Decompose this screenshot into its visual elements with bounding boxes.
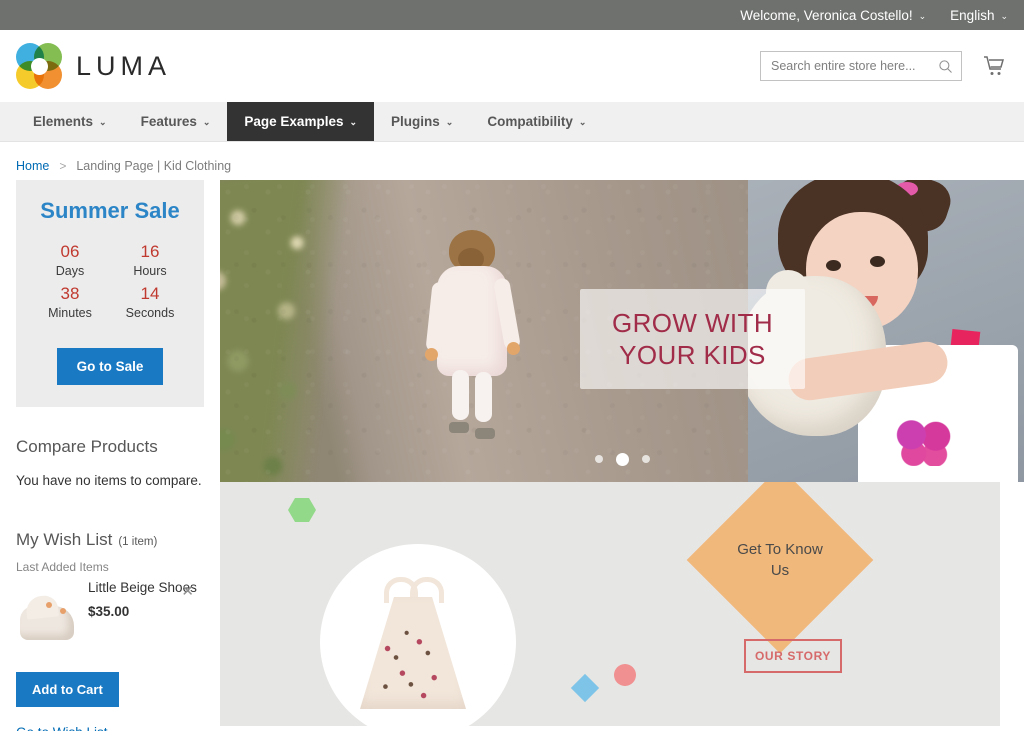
wishlist-header: My Wish List (1 item) <box>16 530 204 550</box>
main-navigation: Elements ⌄ Features ⌄ Page Examples ⌄ Pl… <box>0 102 1024 142</box>
summer-sale-widget: Summer Sale 06 Days 16 Hours 38 Minutes … <box>16 180 204 407</box>
carousel-dot-2[interactable] <box>615 453 629 466</box>
welcome-message: Welcome, Veronica Costello! <box>740 7 913 23</box>
our-story-button[interactable]: OUR STORY <box>744 639 842 673</box>
compare-products-title: Compare Products <box>16 437 158 456</box>
know-line-2: Us <box>770 562 790 579</box>
breadcrumb-current: Landing Page | Kid Clothing <box>76 159 232 173</box>
countdown-days-value: 06 <box>60 242 80 261</box>
nav-label: Compatibility <box>487 114 573 129</box>
wishlist-item-thumbnail[interactable] <box>16 590 78 652</box>
chevron-down-icon: ⌄ <box>918 10 927 21</box>
logo[interactable]: LUMA <box>16 43 171 89</box>
header-actions <box>760 51 1008 81</box>
chevron-down-icon: ⌄ <box>1000 10 1008 21</box>
countdown-minutes-label: Minutes <box>48 306 92 320</box>
go-to-sale-button[interactable]: Go to Sale <box>56 348 164 385</box>
promo-section: Get To Know Us OUR STORY <box>220 482 1024 726</box>
nav-label: Features <box>140 114 197 129</box>
welcome-account-menu[interactable]: Welcome, Veronica Costello! ⌄ <box>740 8 926 23</box>
countdown-seconds-value: 14 <box>140 284 160 303</box>
wishlist-item: Little Beige Shoes $35.00 ✕ <box>16 578 204 652</box>
remove-item-icon[interactable]: ✕ <box>181 584 194 599</box>
green-hexagon-decoration-icon <box>288 498 316 522</box>
sidebar: Summer Sale 06 Days 16 Hours 38 Minutes … <box>0 180 220 731</box>
hero-caption-line2: YOUR KIDS <box>619 340 766 370</box>
search-icon[interactable] <box>938 59 953 74</box>
get-to-know-us-text: Get To Know Us <box>720 539 840 581</box>
chevron-down-icon: ⌄ <box>445 117 454 127</box>
page-body: Summer Sale 06 Days 16 Hours 38 Minutes … <box>0 180 1024 731</box>
luma-logo-icon <box>16 43 62 89</box>
carousel-dot-1[interactable] <box>594 455 603 463</box>
compare-products-block: Compare Products You have no items to co… <box>16 437 204 488</box>
logo-text: LUMA <box>76 50 172 81</box>
countdown-seconds-label: Seconds <box>125 306 175 320</box>
search-input[interactable] <box>771 59 938 73</box>
dress-product-image[interactable] <box>360 577 466 709</box>
chevron-down-icon: ⌄ <box>202 117 211 127</box>
blue-diamond-decoration-icon <box>570 673 600 703</box>
chevron-down-icon: ⌄ <box>349 117 358 127</box>
countdown-hours-value: 16 <box>140 242 160 261</box>
countdown-hours-label: Hours <box>133 264 167 278</box>
nav-item-page-examples[interactable]: Page Examples ⌄ <box>227 102 375 141</box>
countdown-seconds: 14 Seconds <box>110 284 190 322</box>
countdown-hours: 16 Hours <box>110 242 190 280</box>
search-box[interactable] <box>760 51 962 81</box>
nav-label: Plugins <box>391 114 440 129</box>
know-line-1: Get To Know <box>737 541 823 558</box>
cart-icon[interactable] <box>980 52 1008 80</box>
countdown-minutes: 38 Minutes <box>30 284 110 322</box>
nav-label: Page Examples <box>244 114 344 129</box>
carousel-dot-3[interactable] <box>641 455 650 463</box>
language-switcher[interactable]: English ⌄ <box>950 8 1008 23</box>
promo-right-edge <box>1000 482 1024 726</box>
breadcrumb-separator-icon: > <box>59 159 67 173</box>
nav-item-compatibility[interactable]: Compatibility ⌄ <box>470 102 603 141</box>
main-content: GROW WITH YOUR KIDS Get To Know Us OUR S… <box>220 180 1024 726</box>
wishlist-item-price: $35.00 <box>88 604 130 619</box>
nav-item-features[interactable]: Features ⌄ <box>124 102 228 141</box>
countdown-timer: 06 Days 16 Hours 38 Minutes 14 Seconds <box>30 242 190 326</box>
countdown-days: 06 Days <box>30 242 110 280</box>
language-label: English <box>950 7 995 23</box>
nav-item-elements[interactable]: Elements ⌄ <box>16 102 124 141</box>
compare-products-empty: You have no items to compare. <box>16 473 202 488</box>
hero-caption-line1: GROW WITH <box>611 308 773 338</box>
nav-item-plugins[interactable]: Plugins ⌄ <box>374 102 470 141</box>
wishlist-count: (1 item) <box>118 536 158 548</box>
breadcrumb-home[interactable]: Home <box>16 159 49 173</box>
chevron-down-icon: ⌄ <box>99 117 107 127</box>
wishlist-block: My Wish List (1 item) Last Added Items L… <box>16 530 204 731</box>
get-to-know-us-diamond: Get To Know Us <box>686 482 874 654</box>
wishlist-subtitle: Last Added Items <box>16 560 109 574</box>
hero-slider[interactable]: GROW WITH YOUR KIDS <box>220 180 1024 482</box>
go-to-wish-list-link[interactable]: Go to Wish List <box>16 725 204 731</box>
carousel-dots <box>220 453 1024 466</box>
add-to-cart-button[interactable]: Add to Cart <box>16 672 119 707</box>
wishlist-title: My Wish List <box>16 530 113 549</box>
summer-sale-title: Summer Sale <box>40 198 180 223</box>
countdown-days-label: Days <box>55 264 85 278</box>
breadcrumb: Home > Landing Page | Kid Clothing <box>0 152 1024 180</box>
child-figure <box>423 230 522 442</box>
site-header: LUMA <box>0 30 1024 102</box>
chevron-down-icon: ⌄ <box>578 117 587 127</box>
countdown-minutes-value: 38 <box>60 284 80 303</box>
top-panel: Welcome, Veronica Costello! ⌄ English ⌄ <box>0 0 1024 30</box>
coral-circle-decoration-icon <box>614 664 636 686</box>
nav-label: Elements <box>33 114 94 129</box>
hero-caption: GROW WITH YOUR KIDS <box>580 289 805 389</box>
